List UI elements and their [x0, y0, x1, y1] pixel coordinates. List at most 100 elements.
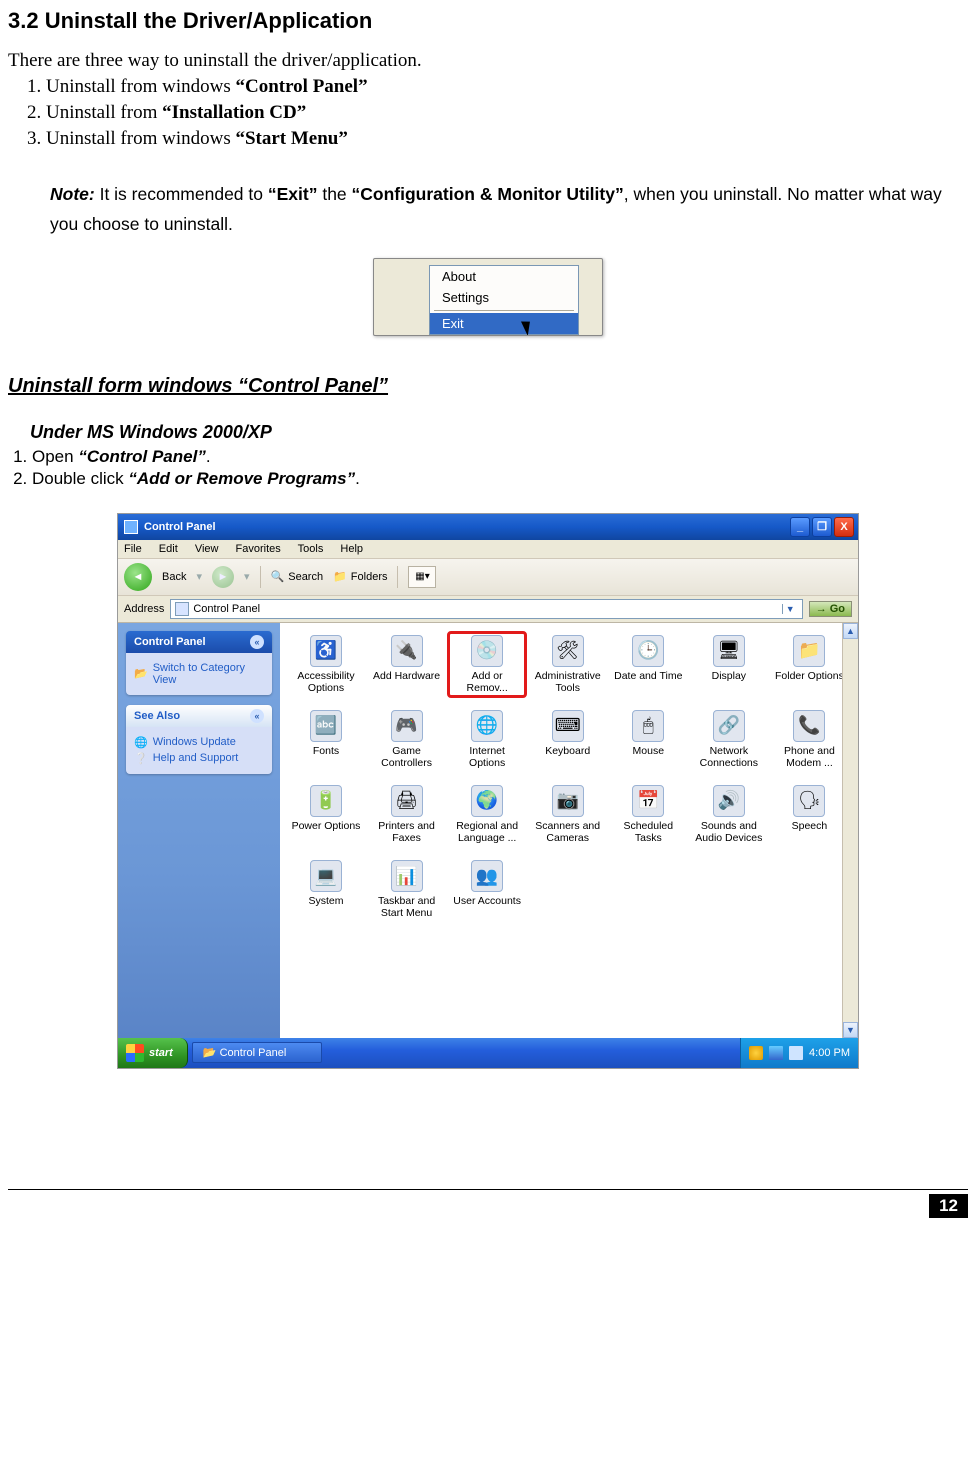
context-menu-item-about[interactable]: About	[430, 266, 578, 287]
cp-icon-scanners-and-cameras[interactable]: 📷Scanners and Cameras	[530, 783, 606, 846]
cp-glyph-icon: 🖨	[391, 785, 423, 817]
scroll-up-icon[interactable]: ▲	[843, 623, 858, 639]
cp-icon-internet-options[interactable]: 🌐Internet Options	[449, 708, 525, 771]
volume-tray-icon[interactable]	[789, 1046, 803, 1060]
menu-edit[interactable]: Edit	[159, 543, 178, 555]
xp-control-panel-screenshot: Control Panel _ ❐ X File Edit View Favor…	[117, 513, 859, 1069]
network-tray-icon[interactable]	[769, 1046, 783, 1060]
cp-icon-power-options[interactable]: 🔋Power Options	[288, 783, 364, 846]
cp-icon-label: Scheduled Tasks	[612, 820, 684, 844]
toolbar-separator	[260, 566, 261, 588]
cp-glyph-icon: 🗣	[793, 785, 825, 817]
cp-icon-display[interactable]: 🖥Display	[691, 633, 767, 696]
cp-icon-regional-and-language[interactable]: 🌍Regional and Language ...	[449, 783, 525, 846]
cp-icon-game-controllers[interactable]: 🎮Game Controllers	[369, 708, 445, 771]
scroll-down-icon[interactable]: ▼	[843, 1022, 858, 1038]
cp-icon-label: Date and Time	[612, 670, 684, 682]
icons-area: ♿Accessibility Options🔌Add Hardware💿Add …	[280, 623, 858, 1038]
maximize-button[interactable]: ❐	[812, 517, 832, 537]
taskbar: start 📂 Control Panel 4:00 PM	[118, 1038, 858, 1068]
window-body: Control Panel« 📂Switch to Category View …	[118, 623, 858, 1038]
intro-text: There are three way to uninstall the dri…	[8, 50, 968, 72]
cp-icon-speech[interactable]: 🗣Speech	[771, 783, 847, 846]
cp-icon-label: Display	[693, 670, 765, 682]
back-button[interactable]: ◄	[124, 563, 152, 591]
context-menu-figure: About Settings Exit	[8, 258, 968, 341]
address-icon	[175, 602, 189, 616]
cp-icon-date-and-time[interactable]: 🕒Date and Time	[610, 633, 686, 696]
cp-icon-printers-and-faxes[interactable]: 🖨Printers and Faxes	[369, 783, 445, 846]
switch-view-link[interactable]: 📂Switch to Category View	[134, 662, 264, 686]
cp-icon-label: Administrative Tools	[532, 670, 604, 694]
address-dropdown-icon[interactable]: ▼	[782, 604, 798, 614]
cp-icon-label: User Accounts	[451, 895, 523, 907]
cp-icon-administrative-tools[interactable]: 🛠Administrative Tools	[530, 633, 606, 696]
cp-glyph-icon: 👥	[471, 860, 503, 892]
cp-icon-label: Game Controllers	[371, 745, 443, 769]
panel-title: Control Panel	[134, 636, 206, 648]
menu-view[interactable]: View	[195, 543, 219, 555]
list-text: Uninstall from	[46, 102, 162, 123]
cp-icon-taskbar-and-start-menu[interactable]: 📊Taskbar and Start Menu	[369, 858, 445, 921]
page-footer: 12	[8, 1189, 968, 1218]
start-button[interactable]: start	[118, 1038, 188, 1068]
address-field[interactable]: Control Panel ▼	[170, 599, 802, 619]
cp-icon-accessibility-options[interactable]: ♿Accessibility Options	[288, 633, 364, 696]
sidebar: Control Panel« 📂Switch to Category View …	[118, 623, 280, 1038]
cp-glyph-icon: 🌐	[471, 710, 503, 742]
cp-icon-mouse[interactable]: 🖱Mouse	[610, 708, 686, 771]
folders-button[interactable]: Folders	[333, 570, 387, 583]
menu-favorites[interactable]: Favorites	[236, 543, 281, 555]
cp-icon-fonts[interactable]: 🔤Fonts	[288, 708, 364, 771]
context-menu-item-settings[interactable]: Settings	[430, 287, 578, 308]
context-menu-item-exit[interactable]: Exit	[430, 313, 578, 334]
cp-icon-add-hardware[interactable]: 🔌Add Hardware	[369, 633, 445, 696]
cp-icon-label: Network Connections	[693, 745, 765, 769]
cp-icon-phone-and-modem[interactable]: 📞 Phone and Modem ...	[771, 708, 847, 771]
cp-icon-system[interactable]: 💻System	[288, 858, 364, 921]
sidebar-panel-controlpanel: Control Panel « 📂Switch to Category View	[126, 631, 272, 695]
taskbar-item-controlpanel[interactable]: 📂 Control Panel	[192, 1042, 322, 1063]
cp-icon-label: Sounds and Audio Devices	[693, 820, 765, 844]
cp-icon-scheduled-tasks[interactable]: 📅 Scheduled Tasks	[610, 783, 686, 846]
collapse-icon[interactable]: «	[250, 709, 264, 723]
cp-icon-add-or-remov[interactable]: 💿Add or Remov...	[449, 633, 525, 696]
menu-help[interactable]: Help	[340, 543, 363, 555]
note-paragraph: Note: It is recommended to “Exit” the “C…	[50, 180, 968, 240]
go-button[interactable]: Go	[809, 601, 852, 617]
cp-glyph-icon: 💿	[471, 635, 503, 667]
cp-icon-sounds-and-audio-devices[interactable]: 🔊Sounds and Audio Devices	[691, 783, 767, 846]
menu-tools[interactable]: Tools	[298, 543, 324, 555]
vertical-scrollbar[interactable]: ▲ ▼	[842, 623, 858, 1038]
titlebar-icon	[124, 520, 138, 534]
help-icon: ❔	[134, 752, 148, 765]
search-button[interactable]: Search	[271, 570, 324, 583]
note-quoted: “Exit”	[268, 184, 318, 204]
subsection-heading: Uninstall form windows “Control Panel”	[8, 375, 968, 398]
addressbar: Address Control Panel ▼ Go	[118, 596, 858, 623]
list-item: Uninstall from “Installation CD”	[46, 102, 968, 124]
menu-file[interactable]: File	[124, 543, 142, 555]
steps-list: Open “Control Panel”. Double click “Add …	[32, 447, 968, 489]
help-support-link[interactable]: ❔ Help and Support	[134, 752, 264, 765]
cp-glyph-icon: 🌍	[471, 785, 503, 817]
minimize-button[interactable]: _	[790, 517, 810, 537]
link-text: Help and Support	[153, 752, 239, 764]
step-quoted: “Control Panel”	[78, 447, 206, 466]
cp-icon-label: Fonts	[290, 745, 362, 757]
step-item: Open “Control Panel”.	[32, 447, 968, 467]
cp-glyph-icon: 🖱	[632, 710, 664, 742]
cp-icon-user-accounts[interactable]: 👥 User Accounts	[449, 858, 525, 921]
cp-icon-network-connections[interactable]: 🔗Network Connections	[691, 708, 767, 771]
views-button[interactable]: ▦▾	[408, 566, 436, 588]
cp-glyph-icon: 📅	[632, 785, 664, 817]
security-tray-icon[interactable]	[749, 1046, 763, 1060]
cp-icon-keyboard[interactable]: ⌨Keyboard	[530, 708, 606, 771]
collapse-icon[interactable]: «	[250, 635, 264, 649]
forward-button[interactable]: ►	[212, 566, 234, 588]
windows-update-link[interactable]: 🌐Windows Update	[134, 736, 264, 749]
cp-icon-label: Phone and Modem ...	[773, 745, 845, 769]
cp-glyph-icon: 📞	[793, 710, 825, 742]
close-button[interactable]: X	[834, 517, 854, 537]
cp-icon-folder-options[interactable]: 📁Folder Options	[771, 633, 847, 696]
